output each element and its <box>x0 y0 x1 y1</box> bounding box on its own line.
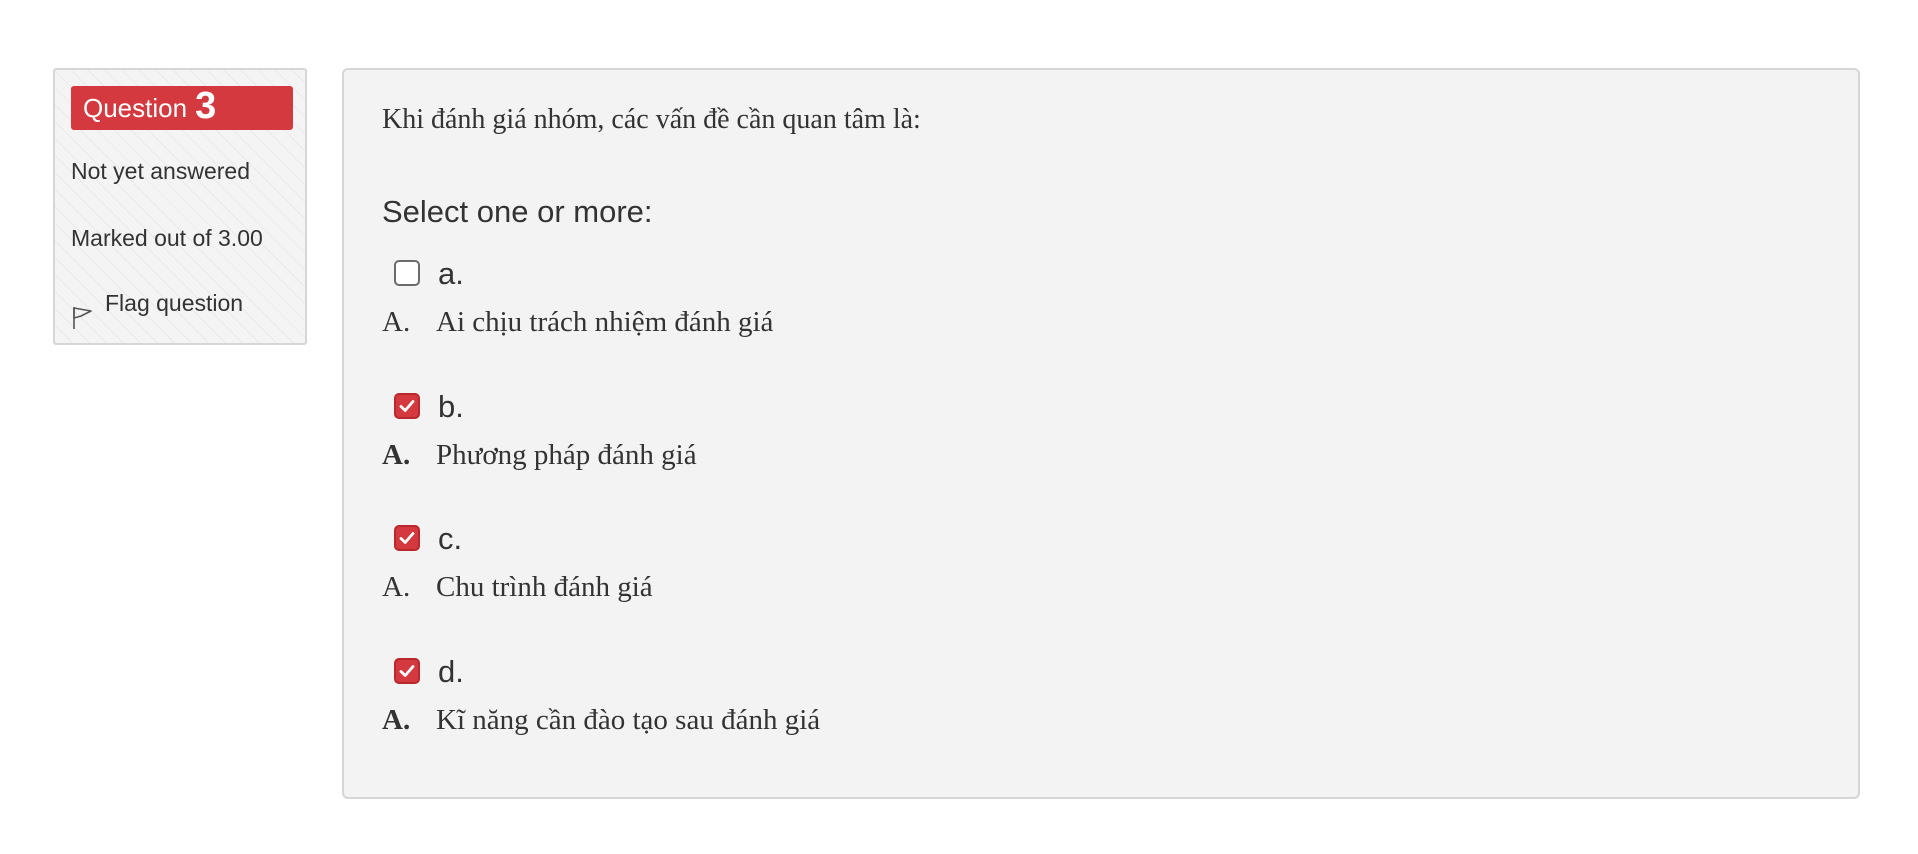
answer-checkbox-d[interactable] <box>394 658 420 684</box>
answer-option-b: b. A. Phương pháp đánh giá <box>382 387 1582 497</box>
answer-prompt: Select one or more: <box>382 194 653 229</box>
option-text: Phương pháp đánh giá <box>436 439 697 471</box>
checkmark-icon <box>399 400 415 412</box>
option-text-row: A. Kĩ năng cần đào tạo sau đánh giá <box>382 704 820 737</box>
option-text-row: A. Ai chịu trách nhiệm đánh giá <box>382 306 773 339</box>
option-text: Chu trình đánh giá <box>436 571 653 603</box>
option-text: Kĩ năng cần đào tạo sau đánh giá <box>436 704 821 736</box>
answer-checkbox-b[interactable] <box>394 393 420 419</box>
checkmark-icon <box>399 665 415 677</box>
question-number-badge: Question 3 <box>71 86 293 130</box>
option-text-row: A. Chu trình đánh giá <box>382 571 653 604</box>
option-text: Ai chịu trách nhiệm đánh giá <box>436 306 774 338</box>
option-text-row: A. Phương pháp đánh giá <box>382 439 697 472</box>
question-info-panel: Question 3 Not yet answered Marked out o… <box>53 68 307 345</box>
option-list-marker: A. <box>382 306 411 338</box>
flag-icon <box>73 307 92 329</box>
option-list-marker: A. <box>382 439 411 471</box>
answer-option-c: c. A. Chu trình đánh giá <box>382 519 1582 629</box>
flag-question-label: Flag question <box>105 290 244 316</box>
question-number: 3 <box>195 85 217 127</box>
answer-option-a: a. A. Ai chịu trách nhiệm đánh giá <box>382 254 1582 364</box>
option-letter: b. <box>438 389 464 424</box>
answer-checkbox-c[interactable] <box>394 525 420 551</box>
question-content-panel: Khi đánh giá nhóm, các vấn đề cần quan t… <box>342 68 1860 799</box>
flag-question-link[interactable]: Flag question <box>71 290 243 330</box>
question-grade: Marked out of 3.00 <box>71 225 263 251</box>
checkmark-icon <box>399 532 415 544</box>
option-letter: d. <box>438 654 464 689</box>
option-letter: a. <box>438 256 464 291</box>
answer-option-d: d. A. Kĩ năng cần đào tạo sau đánh giá <box>382 652 1582 762</box>
question-label: Question <box>83 93 188 123</box>
option-list-marker: A. <box>382 704 411 736</box>
answer-checkbox-a[interactable] <box>394 260 420 286</box>
option-letter: c. <box>438 521 463 556</box>
question-text: Khi đánh giá nhóm, các vấn đề cần quan t… <box>382 104 921 135</box>
option-list-marker: A. <box>382 571 411 603</box>
question-state: Not yet answered <box>71 158 250 184</box>
